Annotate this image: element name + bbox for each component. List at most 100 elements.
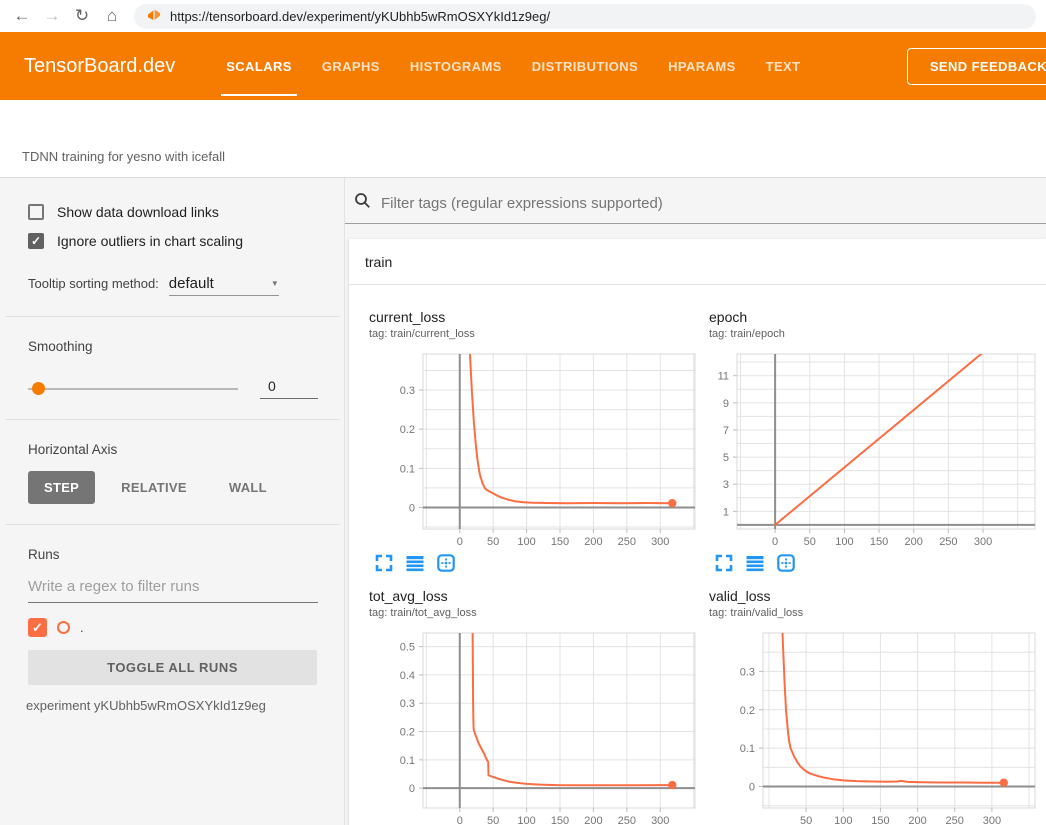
send-feedback-button[interactable]: SEND FEEDBACK <box>907 48 1046 85</box>
runs-label: Runs <box>28 547 318 562</box>
tab-scalars[interactable]: SCALARS <box>211 32 307 100</box>
expand-icon[interactable] <box>715 554 733 572</box>
url-text: https://tensorboard.dev/experiment/yKUbh… <box>170 9 550 24</box>
svg-text:300: 300 <box>651 815 669 825</box>
svg-text:250: 250 <box>618 815 636 825</box>
chart-card-epoch: epochtag: train/epoch0501001502002503001… <box>693 293 1033 572</box>
chart-actions <box>361 554 693 572</box>
svg-text:100: 100 <box>517 536 535 548</box>
expand-icon[interactable] <box>375 554 393 572</box>
svg-text:50: 50 <box>487 536 499 548</box>
run-checkbox[interactable]: ✓ <box>28 618 47 637</box>
browser-home-icon[interactable]: ⌂ <box>98 2 126 30</box>
app-header: TensorBoard.dev SCALARSGRAPHSHISTOGRAMSD… <box>0 32 1046 100</box>
checkmark-icon: ✓ <box>31 235 41 247</box>
nav-tabs: SCALARSGRAPHSHISTOGRAMSDISTRIBUTIONSHPAR… <box>211 32 815 100</box>
browser-toolbar: ← → ↻ ⌂ https://tensorboard.dev/experime… <box>0 0 1046 32</box>
chart-plot-current_loss[interactable]: 05010015020025030000.10.20.3 <box>361 350 697 550</box>
svg-text:300: 300 <box>651 536 669 548</box>
svg-text:7: 7 <box>723 425 729 437</box>
settings-sidebar: Show data download links ✓ Ignore outlie… <box>0 178 345 825</box>
toggle-all-runs-button[interactable]: TOGGLE ALL RUNS <box>28 650 317 685</box>
show-download-links-checkbox[interactable] <box>28 204 44 220</box>
tooltip-sorting-dropdown[interactable]: default ▼ <box>169 275 279 296</box>
chart-plot-epoch[interactable]: 0501001502002503001357911 <box>701 350 1037 550</box>
smoothing-slider[interactable] <box>28 388 238 390</box>
svg-text:150: 150 <box>551 815 569 825</box>
ignore-outliers-checkbox[interactable]: ✓ <box>28 233 44 249</box>
tab-hparams[interactable]: HPARAMS <box>653 32 751 100</box>
svg-text:150: 150 <box>551 536 569 548</box>
tab-histograms[interactable]: HISTOGRAMS <box>395 32 517 100</box>
svg-text:300: 300 <box>974 536 992 548</box>
svg-text:100: 100 <box>835 536 853 548</box>
chart-plot-tot_avg_loss[interactable]: 05010015020025030000.10.20.30.40.5 <box>361 629 697 825</box>
svg-text:9: 9 <box>723 398 729 410</box>
search-icon <box>354 192 371 214</box>
svg-text:0.3: 0.3 <box>400 385 415 397</box>
svg-text:200: 200 <box>905 536 923 548</box>
sidebar-divider <box>5 316 340 317</box>
axis-button-step[interactable]: STEP <box>28 471 95 504</box>
svg-text:1: 1 <box>723 506 729 518</box>
address-bar[interactable]: https://tensorboard.dev/experiment/yKUbh… <box>134 4 1036 29</box>
svg-text:50: 50 <box>487 815 499 825</box>
svg-text:5: 5 <box>723 452 729 464</box>
runs-filter-input[interactable]: Write a regex to filter runs <box>28 578 318 603</box>
tag-group-card: train current_losstag: train/current_los… <box>349 239 1046 825</box>
browser-reload-icon[interactable]: ↻ <box>68 2 96 30</box>
axis-button-relative[interactable]: RELATIVE <box>105 471 203 504</box>
svg-text:0.2: 0.2 <box>400 424 415 436</box>
svg-text:0.1: 0.1 <box>740 743 755 755</box>
svg-text:0.1: 0.1 <box>400 463 415 475</box>
chevron-down-icon: ▼ <box>271 279 279 288</box>
tag-group-header-train[interactable]: train <box>349 239 1046 285</box>
chart-tag: tag: train/tot_avg_loss <box>361 607 693 619</box>
svg-text:0.2: 0.2 <box>400 727 415 739</box>
experiment-id-label: experiment yKUbhb5wRmOSXYkId1z9eg <box>26 698 318 713</box>
chart-title: valid_loss <box>701 588 1033 604</box>
horizontal-axis-buttons: STEP RELATIVE WALL <box>28 471 318 504</box>
ignore-outliers-row[interactable]: ✓ Ignore outliers in chart scaling <box>28 233 318 249</box>
chart-plot-valid_loss[interactable]: 5010015020025030000.10.20.3 <box>701 629 1037 825</box>
axis-button-wall[interactable]: WALL <box>213 471 283 504</box>
svg-text:0.5: 0.5 <box>400 642 415 654</box>
svg-text:150: 150 <box>870 536 888 548</box>
chart-actions <box>701 554 1033 572</box>
smoothing-value-input[interactable]: 0 <box>260 378 318 399</box>
smoothing-slider-thumb[interactable] <box>32 382 45 395</box>
browser-forward-icon[interactable]: → <box>38 2 66 30</box>
chart-tag: tag: train/current_loss <box>361 328 693 340</box>
svg-text:0: 0 <box>409 783 415 795</box>
run-list-item[interactable]: ✓ . <box>28 618 318 637</box>
tab-graphs[interactable]: GRAPHS <box>307 32 395 100</box>
svg-text:0.4: 0.4 <box>400 670 415 682</box>
chart-card-current_loss: current_losstag: train/current_loss05010… <box>353 293 693 572</box>
svg-text:150: 150 <box>871 815 889 825</box>
data-table-icon[interactable] <box>406 554 424 572</box>
data-table-icon[interactable] <box>746 554 764 572</box>
svg-text:50: 50 <box>800 815 812 825</box>
browser-back-icon[interactable]: ← <box>8 2 36 30</box>
ignore-outliers-label: Ignore outliers in chart scaling <box>57 233 243 249</box>
show-download-links-row[interactable]: Show data download links <box>28 204 318 220</box>
tooltip-sorting-label: Tooltip sorting method: <box>28 276 159 291</box>
app-logo[interactable]: TensorBoard.dev <box>24 55 175 78</box>
fit-domain-icon[interactable] <box>437 554 455 572</box>
chart-card-valid_loss: valid_losstag: train/valid_loss501001502… <box>693 572 1033 825</box>
svg-text:0: 0 <box>457 536 463 548</box>
svg-text:300: 300 <box>983 815 1001 825</box>
tab-distributions[interactable]: DISTRIBUTIONS <box>517 32 653 100</box>
filter-tags-field[interactable]: Filter tags (regular expressions support… <box>345 178 1046 224</box>
tab-text[interactable]: TEXT <box>751 32 816 100</box>
chart-tag: tag: train/epoch <box>701 328 1033 340</box>
svg-text:0: 0 <box>772 536 778 548</box>
experiment-subtitle: TDNN training for yesno with icefall <box>22 149 225 164</box>
horizontal-axis-label: Horizontal Axis <box>28 442 318 457</box>
show-download-links-label: Show data download links <box>57 204 219 220</box>
svg-text:3: 3 <box>723 479 729 491</box>
svg-text:0: 0 <box>749 782 755 794</box>
svg-text:0: 0 <box>457 815 463 825</box>
fit-domain-icon[interactable] <box>777 554 795 572</box>
svg-text:0.2: 0.2 <box>740 705 755 717</box>
